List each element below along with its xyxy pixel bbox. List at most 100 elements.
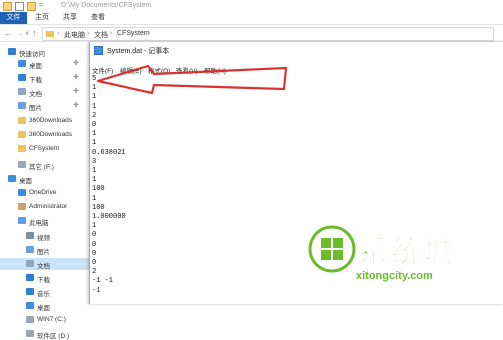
text-line: -1 -1: [92, 277, 114, 286]
sidebar-item-label: 此电脑: [29, 220, 49, 227]
folder-icon: [18, 145, 26, 152]
desktop-icon: [8, 175, 16, 182]
folder-icon: [18, 131, 26, 138]
drive-icon: [26, 330, 34, 337]
recent-chevron-icon[interactable]: ∨: [25, 30, 29, 37]
user-icon: [18, 203, 26, 210]
sidebar-item[interactable]: Administrator: [0, 201, 93, 213]
sidebar-item[interactable]: 此电脑: [0, 215, 93, 227]
text-line: 2: [92, 111, 97, 120]
ribbon-tabs: 文件 主页 共享 查看: [0, 12, 503, 25]
sidebar-item-label: CFSystem: [29, 145, 60, 152]
document-icon: [26, 260, 34, 267]
picture-icon: [26, 246, 34, 253]
folder-icon: [46, 31, 54, 37]
sidebar-item[interactable]: 桌面 ✚: [0, 58, 93, 70]
sidebar-item[interactable]: 快速访问: [0, 46, 93, 58]
sidebar-item-label: OneDrive: [29, 189, 57, 196]
sidebar-item[interactable]: 下载 ✚: [0, 72, 93, 84]
properties-icon[interactable]: [15, 2, 24, 11]
sidebar-item-label: 音乐: [37, 291, 50, 298]
watermark-domain: xitongcity.com: [356, 270, 433, 282]
notepad-title: System.dat - 记事本: [107, 48, 170, 55]
sidebar-item[interactable]: 360Downloads: [0, 115, 93, 127]
sidebar-item[interactable]: 下载: [0, 272, 93, 284]
breadcrumb-documents[interactable]: 文档: [94, 30, 108, 40]
sidebar-item[interactable]: 桌面: [0, 173, 93, 185]
tab-view[interactable]: 查看: [91, 12, 105, 24]
text-line: 1: [92, 194, 97, 203]
sidebar-item[interactable]: 图片 ✚: [0, 100, 93, 112]
text-line: 1: [92, 222, 97, 231]
text-line: 1: [92, 167, 97, 175]
star-icon: [8, 48, 16, 55]
text-line: 1: [92, 130, 97, 139]
text-line: 3: [92, 157, 97, 166]
folder-icon: [18, 117, 26, 124]
tab-home[interactable]: 主页: [35, 12, 49, 24]
download-icon: [26, 274, 34, 281]
sidebar-item[interactable]: 文档: [0, 258, 93, 270]
breadcrumb-separator: ›: [110, 30, 113, 37]
folder-icon: [3, 2, 12, 11]
sidebar-item[interactable]: 音乐: [0, 286, 93, 298]
text-line: 0.638021: [92, 148, 126, 157]
sidebar-item-label: 快速访问: [19, 51, 45, 58]
sidebar-item[interactable]: WIN7 (C:): [0, 314, 93, 326]
sidebar-item-label: 图片: [37, 249, 50, 256]
tab-file[interactable]: 文件: [0, 12, 27, 24]
back-arrow-icon[interactable]: ←: [4, 28, 13, 38]
sidebar-item[interactable]: CFSystem: [0, 143, 93, 155]
address-bar[interactable]: › 此电脑 › 文档 › CFSystem: [42, 27, 494, 41]
drive-icon: [18, 161, 26, 168]
desktop-icon: [26, 302, 34, 309]
music-icon: [26, 288, 34, 295]
sidebar-item[interactable]: 文档 ✚: [0, 86, 93, 98]
sidebar-item-label: 图片: [29, 105, 42, 112]
drive-icon: [26, 316, 34, 323]
text-line: 0: [92, 240, 97, 249]
text-line: 1.000000: [92, 213, 126, 221]
sidebar-item[interactable]: 视频: [0, 230, 93, 242]
breadcrumb-this-pc[interactable]: 此电脑: [64, 30, 85, 40]
sidebar-item[interactable]: 360Downloads: [0, 129, 93, 141]
text-line: -1: [92, 286, 101, 295]
sidebar-item[interactable]: 软件区 (D:): [0, 328, 93, 340]
watermark: 系统城 xitongcity.com: [304, 224, 494, 300]
up-arrow-icon[interactable]: ↑: [32, 28, 37, 38]
text-line: 0: [92, 121, 97, 129]
explorer-title-bar: = D:\My Documents\CFSystem: [0, 0, 503, 12]
sidebar-item[interactable]: 图片: [0, 244, 93, 256]
sidebar-item[interactable]: OneDrive: [0, 187, 93, 199]
navigation-pane: 快速访问 桌面 ✚ 下载 ✚ 文档 ✚ 图片 ✚ 360Downloads 360Downloads…: [0, 42, 93, 340]
sidebar-item-label: 360Downloads: [29, 117, 73, 124]
sidebar-item-label: 桌面: [29, 63, 42, 70]
sidebar-item-label: 下载: [37, 277, 50, 284]
sidebar-item-label: 其它 (F:): [29, 164, 54, 171]
sidebar-item[interactable]: 其它 (F:): [0, 159, 93, 171]
tab-share[interactable]: 共享: [63, 12, 77, 24]
breadcrumb-cfsystem[interactable]: CFSystem: [117, 30, 150, 37]
text-line: 100: [92, 185, 105, 194]
quick-access-dropdown-icon[interactable]: =: [39, 2, 43, 9]
pin-icon[interactable]: ✚: [73, 59, 79, 67]
sidebar-item-label: Administrator: [29, 203, 68, 210]
pin-icon[interactable]: ✚: [73, 101, 79, 109]
text-line: 0: [92, 259, 97, 267]
breadcrumb-separator: ›: [87, 30, 90, 37]
cloud-icon: [18, 189, 26, 196]
sidebar-item-label: WIN7 (C:): [37, 316, 66, 323]
sidebar-item-label: 文档: [29, 91, 42, 98]
sidebar-item-label: 360Downloads: [29, 131, 73, 138]
text-line: 1: [92, 93, 97, 102]
forward-arrow-icon[interactable]: →: [15, 28, 24, 38]
sidebar-item[interactable]: 桌面: [0, 300, 93, 312]
text-line: 1: [92, 176, 97, 185]
new-folder-icon[interactable]: [27, 2, 36, 11]
pin-icon[interactable]: ✚: [73, 73, 79, 81]
annotation-arrow: [96, 64, 288, 94]
video-icon: [26, 232, 34, 239]
pc-icon: [18, 217, 26, 224]
pin-icon[interactable]: ✚: [73, 87, 79, 95]
sidebar-item-label: 桌面: [19, 178, 32, 185]
